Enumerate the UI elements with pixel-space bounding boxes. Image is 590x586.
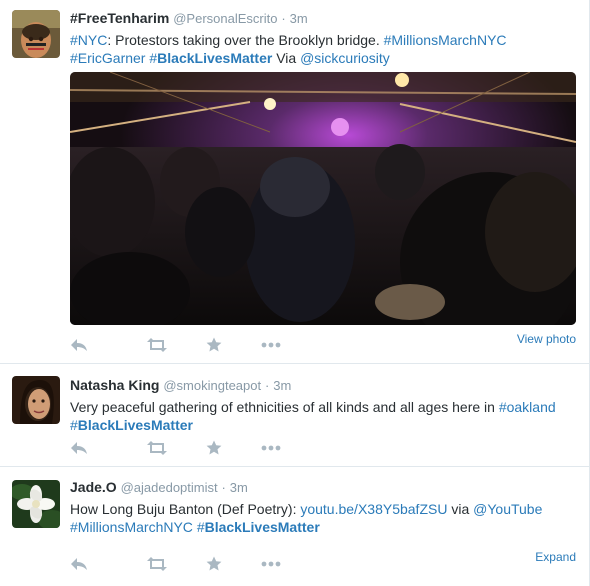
- reply-button[interactable]: [70, 336, 128, 354]
- view-photo-link[interactable]: View photo: [517, 332, 576, 346]
- tweet-text: #NYC: Protestors taking over the Brookly…: [70, 31, 576, 67]
- avatar-image: [12, 376, 60, 424]
- timestamp[interactable]: 3m: [230, 480, 248, 495]
- hashtag-bold: BlackLivesMatter: [77, 417, 193, 433]
- reply-button[interactable]: [70, 439, 128, 457]
- reply-icon: [71, 558, 87, 570]
- mention-link[interactable]: @sickcuriosity: [300, 50, 390, 66]
- favorite-button[interactable]: [185, 336, 242, 354]
- retweet-button[interactable]: [128, 555, 185, 573]
- avatar[interactable]: [12, 480, 60, 528]
- favorite-button[interactable]: [185, 555, 242, 573]
- fullname[interactable]: Jade.O: [70, 479, 117, 495]
- retweet-icon: [146, 441, 167, 455]
- username[interactable]: @PersonalEscrito: [173, 11, 277, 26]
- reply-icon: [71, 339, 87, 351]
- star-icon: [206, 556, 221, 571]
- hash-symbol: #: [149, 50, 158, 66]
- avatar[interactable]: [12, 376, 60, 424]
- username[interactable]: @ajadedoptimist: [121, 480, 218, 495]
- retweet-icon: [146, 338, 167, 352]
- tweet-1[interactable]: #FreeTenharim @PersonalEscrito · 3m #NYC…: [0, 0, 589, 364]
- expand-link[interactable]: Expand: [535, 550, 576, 564]
- tweet-actions: [70, 439, 299, 457]
- retweet-icon: [146, 557, 167, 571]
- favorite-button[interactable]: [185, 439, 242, 457]
- tweet-actions: [70, 555, 299, 573]
- timeline: #FreeTenharim @PersonalEscrito · 3m #NYC…: [0, 0, 590, 586]
- hashtag-link[interactable]: #BlackLivesMatter: [197, 519, 320, 535]
- hashtag-bold: BlackLivesMatter: [157, 50, 273, 66]
- tweet-header: Jade.O @ajadedoptimist · 3m: [70, 478, 576, 497]
- more-icon: [261, 445, 280, 451]
- tweet-media-photo[interactable]: [70, 72, 576, 325]
- tweet-text-segment: How Long Buju Banton (Def Poetry):: [70, 501, 301, 517]
- retweet-button[interactable]: [128, 439, 185, 457]
- avatar-image: [12, 10, 60, 58]
- reply-icon: [71, 442, 87, 454]
- tweet-actions: [70, 336, 299, 354]
- hashtag-link[interactable]: #BlackLivesMatter: [70, 417, 193, 433]
- tweet-header: #FreeTenharim @PersonalEscrito · 3m: [70, 9, 576, 28]
- tweet-text-segment: via: [447, 501, 474, 517]
- username[interactable]: @smokingteapot: [163, 378, 261, 393]
- avatar-image: [12, 480, 60, 528]
- tweet-text-segment: Very peaceful gathering of ethnicities o…: [70, 399, 499, 415]
- tweet-header: Natasha King @smokingteapot · 3m: [70, 376, 576, 395]
- hash-symbol: #: [70, 417, 78, 433]
- url-link[interactable]: youtu.be/X38Y5bafZSU: [300, 501, 447, 517]
- hashtag-bold: BlackLivesMatter: [204, 519, 320, 535]
- retweet-button[interactable]: [128, 336, 185, 354]
- tweet-3[interactable]: Jade.O @ajadedoptimist · 3m How Long Buj…: [0, 467, 589, 586]
- more-button[interactable]: [242, 439, 299, 457]
- separator: ·: [221, 480, 226, 495]
- tweet-text-segment: Via: [272, 50, 301, 66]
- hash-symbol: #: [196, 519, 205, 535]
- star-icon: [206, 337, 221, 352]
- hashtag-link[interactable]: #BlackLivesMatter: [149, 50, 272, 66]
- hashtag-link[interactable]: #oakland: [499, 399, 556, 415]
- tweet-text: Very peaceful gathering of ethnicities o…: [70, 398, 576, 434]
- hashtag-link[interactable]: #EricGarner: [70, 50, 145, 66]
- star-icon: [206, 440, 221, 455]
- hashtag-link[interactable]: #NYC: [70, 32, 107, 48]
- separator: ·: [281, 11, 286, 26]
- tweet-2[interactable]: Natasha King @smokingteapot · 3m Very pe…: [0, 364, 589, 467]
- photo-image: [70, 72, 576, 325]
- fullname[interactable]: Natasha King: [70, 377, 159, 393]
- timestamp[interactable]: 3m: [290, 11, 308, 26]
- more-icon: [261, 342, 280, 348]
- mention-link[interactable]: @YouTube: [473, 501, 542, 517]
- reply-button[interactable]: [70, 555, 128, 573]
- timestamp[interactable]: 3m: [273, 378, 291, 393]
- fullname[interactable]: #FreeTenharim: [70, 10, 169, 26]
- separator: ·: [265, 378, 270, 393]
- hashtag-link[interactable]: #MillionsMarchNYC: [70, 519, 193, 535]
- tweet-text-segment: : Protestors taking over the Brooklyn br…: [107, 32, 384, 48]
- avatar[interactable]: [12, 10, 60, 58]
- more-button[interactable]: [242, 555, 299, 573]
- hashtag-link[interactable]: #MillionsMarchNYC: [384, 32, 507, 48]
- more-button[interactable]: [242, 336, 299, 354]
- tweet-text: How Long Buju Banton (Def Poetry): youtu…: [70, 500, 576, 536]
- more-icon: [261, 561, 280, 567]
